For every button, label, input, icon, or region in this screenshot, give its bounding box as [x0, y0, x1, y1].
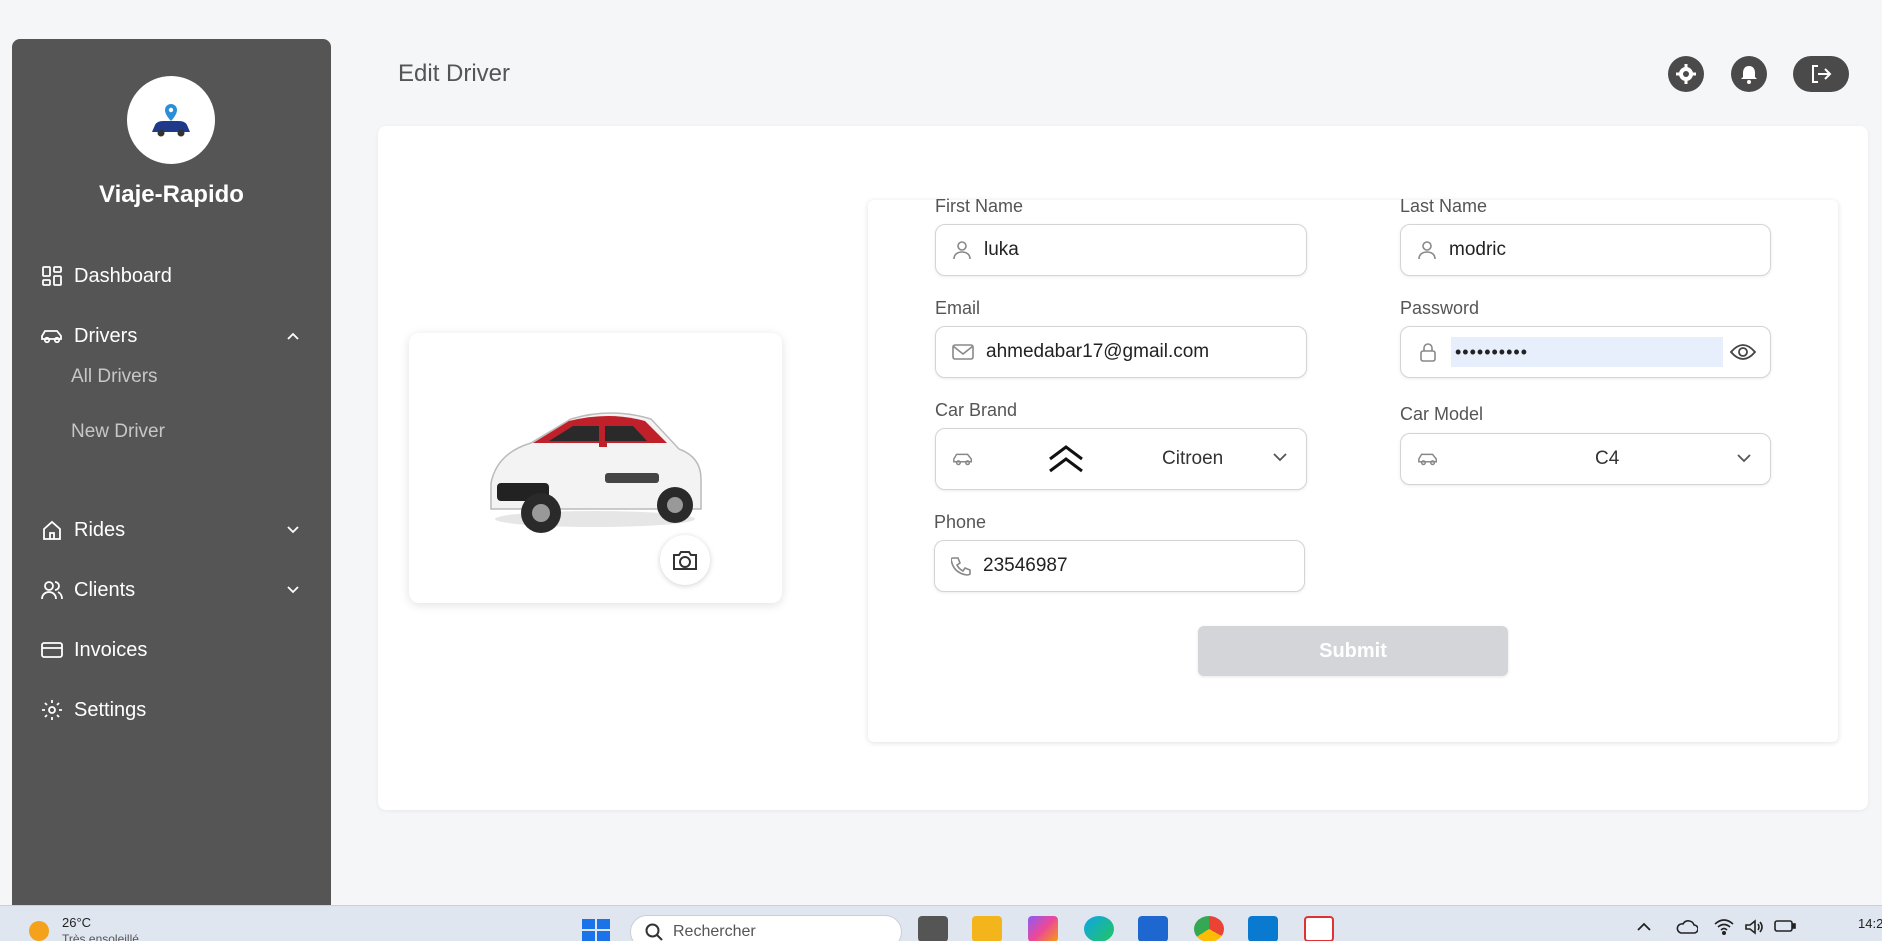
weather-description: Très ensoleillé: [62, 932, 139, 941]
snipping-tool-icon[interactable]: [1304, 916, 1334, 941]
lock-icon: [1417, 341, 1439, 363]
upload-photo-button[interactable]: [660, 535, 710, 585]
user-icon: [952, 239, 972, 261]
chrome-icon[interactable]: [1194, 916, 1224, 941]
car-model-label: Car Model: [1400, 404, 1484, 424]
sidebar-item-invoices[interactable]: Invoices: [40, 632, 303, 668]
wifi-icon[interactable]: [1714, 919, 1734, 937]
chevron-up-icon[interactable]: [1636, 919, 1656, 937]
sidebar: Viaje-Rapido Dashboard Drivers All Drive…: [12, 39, 331, 905]
store-icon[interactable]: [1138, 916, 1168, 941]
logout-button[interactable]: [1793, 56, 1849, 92]
sidebar-item-label: Settings: [74, 698, 147, 721]
user-icon: [1417, 239, 1437, 261]
sidebar-item-label: Drivers: [74, 324, 138, 347]
gear-icon: [1676, 64, 1696, 84]
car-icon: [40, 324, 64, 348]
password-field[interactable]: [1400, 326, 1771, 378]
chevron-down-icon[interactable]: [283, 520, 303, 540]
gear-icon: [40, 698, 64, 722]
sidebar-item-drivers[interactable]: Drivers: [40, 318, 303, 354]
eye-icon[interactable]: [1729, 341, 1757, 368]
dashboard-icon: [40, 264, 64, 288]
sidebar-item-rides[interactable]: Rides: [40, 512, 303, 548]
page-title: Edit Driver: [398, 60, 511, 87]
email-input[interactable]: [986, 341, 1306, 363]
first-name-label: First Name: [935, 196, 1024, 216]
weather-temperature[interactable]: 26°C: [62, 915, 91, 930]
phone-field[interactable]: [934, 540, 1305, 592]
car-logo-icon: [152, 104, 190, 137]
car-model-value: C4: [1595, 448, 1620, 469]
users-icon: [40, 578, 64, 602]
car-image-card: [409, 333, 782, 603]
car-brand-value: Citroen: [1162, 448, 1224, 469]
phone-label: Phone: [934, 512, 987, 532]
search-placeholder: Rechercher: [673, 923, 756, 940]
car-model-select[interactable]: C4: [1400, 433, 1771, 485]
task-view-icon[interactable]: [918, 916, 948, 941]
settings-button[interactable]: [1668, 56, 1704, 92]
chevron-down-icon[interactable]: [283, 580, 303, 600]
sidebar-item-label: Dashboard: [74, 264, 172, 287]
password-value-box: [1451, 337, 1723, 367]
sidebar-subitem-new-driver[interactable]: New Driver: [71, 421, 165, 443]
last-name-label: Last Name: [1400, 196, 1488, 216]
file-explorer-icon[interactable]: [972, 916, 1002, 941]
bell-icon: [1741, 66, 1757, 84]
citroen-logo-icon: [1046, 443, 1086, 475]
home-icon: [40, 518, 64, 542]
sidebar-item-settings[interactable]: Settings: [40, 692, 303, 728]
windows-start-icon[interactable]: [582, 919, 610, 941]
chevron-down-icon[interactable]: [1272, 449, 1288, 467]
taskbar: 26°C Très ensoleillé Rechercher 14:2: [0, 905, 1882, 941]
vscode-icon[interactable]: [1248, 916, 1278, 941]
taskbar-search[interactable]: Rechercher: [630, 915, 902, 941]
last-name-field[interactable]: [1400, 224, 1771, 276]
sidebar-item-clients[interactable]: Clients: [40, 572, 303, 608]
email-field[interactable]: [935, 326, 1307, 378]
password-input[interactable]: [1455, 341, 1723, 363]
first-name-input[interactable]: [984, 239, 1306, 261]
onedrive-icon[interactable]: [1676, 919, 1699, 937]
car-brand-select[interactable]: Citroen: [935, 428, 1307, 490]
car-image: [490, 412, 702, 533]
volume-icon[interactable]: [1744, 919, 1764, 937]
phone-icon: [951, 555, 971, 577]
mail-icon: [952, 341, 974, 363]
weather-sun-icon[interactable]: [26, 918, 52, 941]
last-name-input[interactable]: [1449, 239, 1770, 261]
car-icon: [1417, 448, 1439, 470]
credit-card-icon: [40, 638, 64, 662]
submit-button[interactable]: Submit: [1198, 626, 1508, 676]
brand-name: Viaje-Rapido: [99, 181, 244, 208]
camera-icon: [673, 551, 697, 570]
sidebar-item-label: Invoices: [74, 638, 148, 661]
search-icon: [645, 923, 663, 941]
sidebar-item-dashboard[interactable]: Dashboard: [40, 258, 303, 294]
sidebar-item-label: Rides: [74, 518, 126, 541]
chevron-down-icon[interactable]: [1736, 450, 1752, 468]
car-icon: [952, 448, 974, 470]
first-name-field[interactable]: [935, 224, 1307, 276]
phone-input[interactable]: [983, 555, 1304, 577]
sidebar-subitem-all-drivers[interactable]: All Drivers: [71, 366, 158, 388]
clock-time[interactable]: 14:2: [1858, 916, 1882, 931]
email-label: Email: [935, 298, 981, 318]
app-logo[interactable]: [127, 76, 215, 164]
sidebar-item-label: Clients: [74, 578, 136, 601]
edge-icon[interactable]: [1084, 916, 1114, 941]
battery-icon[interactable]: [1774, 919, 1796, 937]
password-label: Password: [1400, 298, 1480, 318]
chevron-up-icon[interactable]: [283, 326, 303, 346]
notifications-button[interactable]: [1731, 56, 1767, 92]
logout-icon: [1812, 65, 1832, 83]
copilot-icon[interactable]: [1028, 916, 1058, 941]
car-brand-label: Car Brand: [935, 400, 1018, 420]
